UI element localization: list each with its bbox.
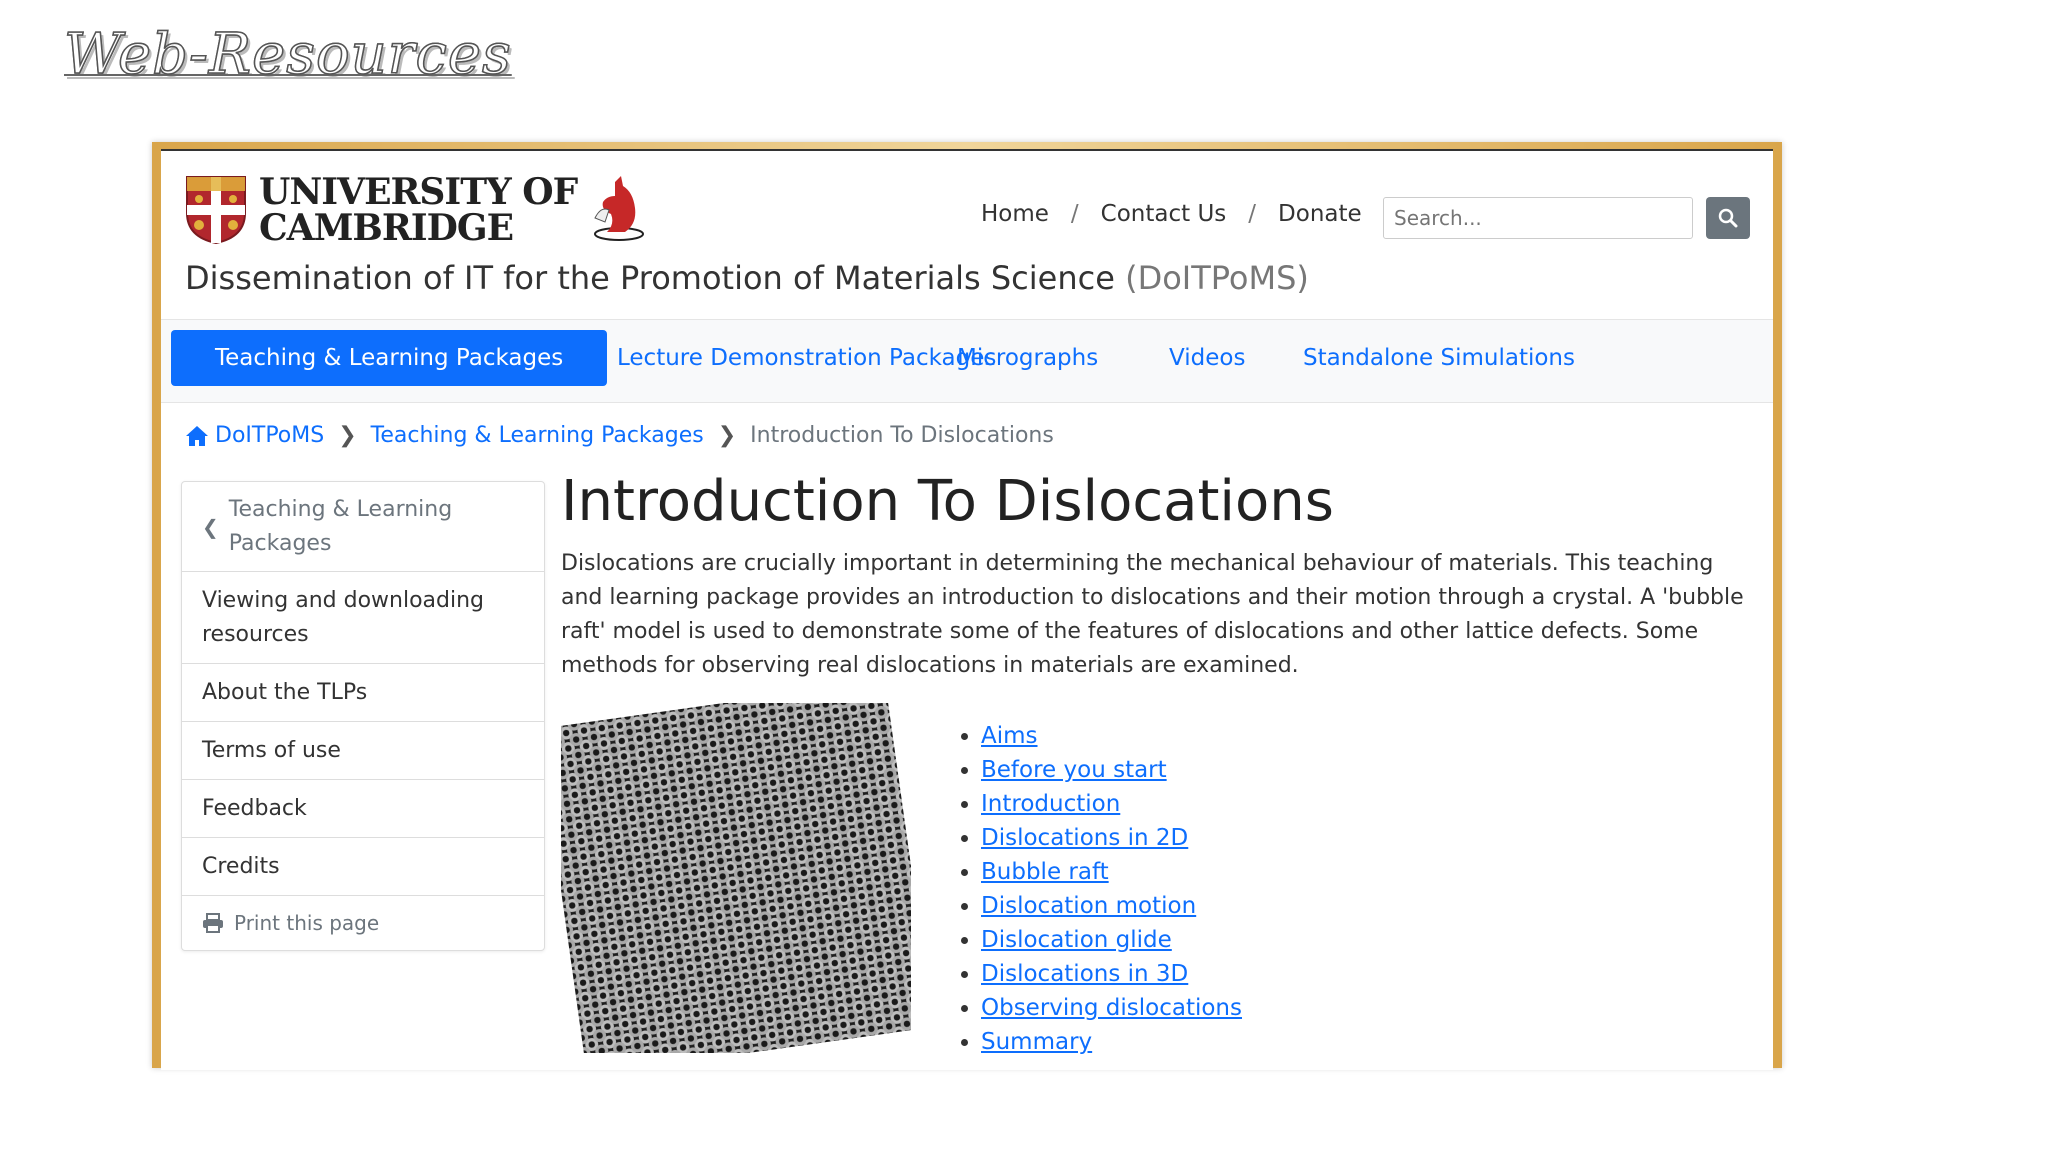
sidebar-menu: ❮ Teaching & Learning Packages Viewing a…: [181, 481, 545, 951]
list-item: Dislocations in 3D: [981, 957, 1242, 991]
chevron-left-icon: ❮: [202, 514, 219, 539]
university-name: UNIVERSITY OF CAMBRIDGE: [259, 171, 578, 249]
breadcrumb-section-link[interactable]: Teaching & Learning Packages: [371, 423, 704, 448]
nav-separator: /: [1248, 201, 1257, 227]
list-item: Summary: [981, 1025, 1242, 1059]
kangaroo-icon: [594, 176, 645, 241]
list-item: Bubble raft: [981, 855, 1242, 889]
nav-home-link[interactable]: Home: [981, 201, 1049, 227]
chevron-right-icon: ❯: [338, 423, 357, 448]
list-item: Dislocation glide: [981, 923, 1242, 957]
sidebar-item-credits[interactable]: Credits: [182, 838, 544, 896]
search-button[interactable]: [1706, 197, 1750, 239]
list-item: Observing dislocations: [981, 991, 1242, 1025]
toc-link-aims[interactable]: Aims: [981, 723, 1038, 749]
home-icon[interactable]: [185, 425, 209, 447]
nav-separator: /: [1070, 201, 1079, 227]
site-title: Dissemination of IT for the Promotion of…: [185, 259, 1309, 297]
sidebar-item-viewing-downloading[interactable]: Viewing and downloading resources: [182, 572, 544, 664]
toc-link-observing-dislocations[interactable]: Observing dislocations: [981, 995, 1242, 1021]
toc-link-bubble-raft[interactable]: Bubble raft: [981, 859, 1109, 885]
bubble-raft-image: [561, 703, 911, 1053]
sidebar-item-about-tlps[interactable]: About the TLPs: [182, 664, 544, 722]
toc-link-dislocation-glide[interactable]: Dislocation glide: [981, 927, 1172, 953]
nav-tab-micrographs[interactable]: Micrographs: [913, 330, 1142, 386]
toc-link-dislocation-motion[interactable]: Dislocation motion: [981, 893, 1196, 919]
slide-title: Web-Resources: [63, 21, 512, 88]
breadcrumb-home-link[interactable]: DoITPoMS: [215, 423, 324, 448]
sidebar-back-link[interactable]: ❮ Teaching & Learning Packages: [182, 482, 544, 572]
nav-donate-link[interactable]: Donate: [1278, 201, 1362, 227]
sidebar-item-feedback[interactable]: Feedback: [182, 780, 544, 838]
breadcrumb: DoITPoMS ❯ Teaching & Learning Packages …: [185, 423, 1054, 448]
sidebar-item-terms-of-use[interactable]: Terms of use: [182, 722, 544, 780]
intro-paragraph: Dislocations are crucially important in …: [561, 551, 1744, 678]
sidebar-back-label: Teaching & Learning Packages: [228, 496, 453, 556]
toc-link-dislocations-3d[interactable]: Dislocations in 3D: [981, 961, 1188, 987]
contents-list: Aims Before you start Introduction Dislo…: [951, 719, 1242, 1059]
list-item: Introduction: [981, 787, 1242, 821]
university-logo[interactable]: UNIVERSITY OF CAMBRIDGE: [185, 171, 645, 249]
browser-screenshot: UNIVERSITY OF CAMBRIDGE Home / Contact U…: [161, 149, 1773, 1070]
print-page-label: Print this page: [234, 911, 380, 935]
printer-icon: [203, 913, 223, 933]
breadcrumb-current: Introduction To Dislocations: [750, 423, 1054, 448]
list-item: Before you start: [981, 753, 1242, 787]
toc-link-introduction[interactable]: Introduction: [981, 791, 1120, 817]
toc-link-dislocations-2d[interactable]: Dislocations in 2D: [981, 825, 1188, 851]
list-item: Dislocations in 2D: [981, 821, 1242, 855]
page-title: Introduction To Dislocations: [561, 469, 1334, 534]
main-navigation: Teaching & Learning Packages Lecture Dem…: [161, 319, 1773, 403]
search-icon: [1718, 208, 1738, 228]
toc-link-summary[interactable]: Summary: [981, 1029, 1092, 1055]
nav-tab-teaching-learning-packages[interactable]: Teaching & Learning Packages: [171, 330, 608, 386]
top-navigation: Home / Contact Us / Donate: [981, 201, 1362, 227]
print-page-link[interactable]: Print this page: [182, 896, 544, 950]
nav-tab-standalone-simulations[interactable]: Standalone Simulations: [1259, 330, 1619, 386]
chevron-right-icon: ❯: [717, 423, 737, 448]
list-item: Aims: [981, 719, 1242, 753]
nav-contact-link[interactable]: Contact Us: [1101, 201, 1227, 227]
toc-link-before-you-start[interactable]: Before you start: [981, 757, 1167, 783]
list-item: Dislocation motion: [981, 889, 1242, 923]
crest-icon: [186, 176, 246, 245]
search-input[interactable]: [1383, 197, 1693, 239]
